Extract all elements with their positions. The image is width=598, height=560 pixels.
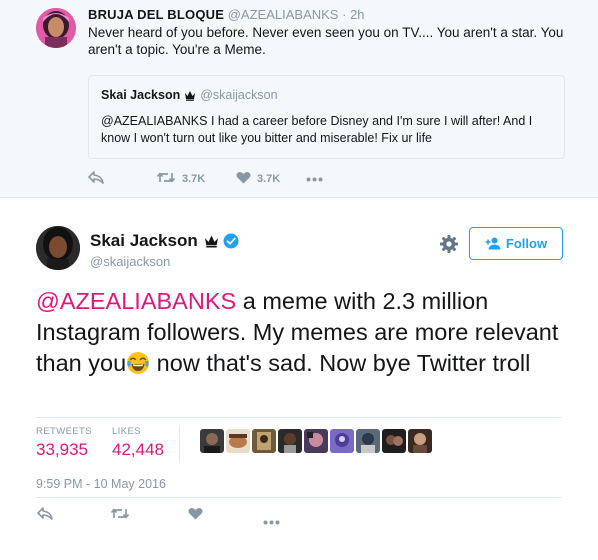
likes-label: LIKES [112, 426, 141, 437]
liker-avatar[interactable] [330, 429, 354, 453]
stats-separator [179, 426, 180, 462]
retweets-stat[interactable]: RETWEETS 33,935 [36, 426, 92, 460]
quoted-tweet-header: Skai Jackson @skaijackson [101, 88, 278, 102]
likes-stat[interactable]: LIKES 42,448 [112, 426, 164, 460]
liker-avatar[interactable] [356, 429, 380, 453]
avatar-azealiabanks[interactable] [36, 8, 76, 48]
crown-icon [204, 234, 219, 248]
reply-icon [88, 171, 104, 187]
tweet-text-part-2: now that's sad. Now bye Twitter troll [150, 350, 531, 376]
liker-avatars [200, 429, 434, 453]
quoted-author-handle: @skaijackson [200, 88, 278, 102]
main-author-handle[interactable]: @skaijackson [90, 254, 170, 269]
reply-tweet-text: Never heard of you before. Never even se… [88, 25, 564, 57]
reply-icon [37, 507, 53, 524]
quoted-tweet-text: @AZEALIABANKS I had a career before Disn… [101, 114, 533, 145]
reply-tweet: BRUJA DEL BLOQUE @AZEALIABANKS · 2h Neve… [0, 0, 598, 198]
gear-icon [439, 235, 459, 258]
tweet-timestamp[interactable]: 9:59 PM - 10 May 2016 [36, 477, 166, 491]
crown-icon [184, 90, 196, 101]
liker-avatar[interactable] [278, 429, 302, 453]
retweet-icon [156, 171, 176, 187]
retweet-button[interactable] [110, 507, 130, 525]
liker-avatar[interactable] [304, 429, 328, 453]
reply-button[interactable] [37, 507, 53, 525]
quoted-tweet-card[interactable]: Skai Jackson @skaijackson @AZEALIABANKS … [88, 75, 565, 159]
liker-avatar[interactable] [408, 429, 432, 453]
main-author-row: Skai Jackson [90, 231, 239, 251]
main-tweet-text: @AZEALIABANKS a meme with 2.3 million In… [36, 286, 576, 379]
heart-icon [188, 507, 203, 524]
likes-value: 42,448 [112, 440, 164, 459]
more-icon [263, 512, 280, 529]
avatar-skaijackson[interactable] [36, 226, 80, 270]
like-button[interactable]: 3.7K [236, 171, 306, 187]
follow-button[interactable]: Follow [469, 227, 563, 260]
heart-icon [236, 171, 251, 187]
verified-badge-icon [223, 233, 239, 249]
main-author-name[interactable]: Skai Jackson [90, 231, 198, 251]
add-user-icon [485, 237, 506, 250]
like-count: 3.7K [257, 173, 281, 185]
time-separator: · [342, 7, 347, 22]
liker-avatar[interactable] [382, 429, 406, 453]
more-button[interactable] [263, 512, 280, 530]
actions-divider [36, 497, 562, 498]
retweet-count: 3.7K [182, 173, 206, 185]
reply-tweet-actions: 3.7K 3.7K [88, 170, 323, 188]
more-icon [306, 173, 323, 185]
reply-tweet-header: BRUJA DEL BLOQUE @AZEALIABANKS · 2h [88, 7, 365, 22]
liker-avatar[interactable] [252, 429, 276, 453]
reply-button[interactable] [88, 171, 156, 187]
retweet-button[interactable]: 3.7K [156, 171, 236, 187]
mention-link[interactable]: @AZEALIABANKS [36, 288, 236, 314]
retweets-label: RETWEETS [36, 426, 92, 437]
more-button[interactable] [306, 173, 323, 185]
face-with-tears-of-joy-icon [126, 351, 150, 375]
follow-label: Follow [505, 236, 548, 251]
quoted-author-name: Skai Jackson [101, 88, 181, 102]
liker-avatar[interactable] [200, 429, 224, 453]
stats-divider-top [36, 417, 562, 418]
tweet-time[interactable]: 2h [350, 7, 364, 22]
author-handle[interactable]: @AZEALIABANKS [228, 7, 339, 22]
settings-button[interactable] [439, 234, 459, 254]
like-button[interactable] [188, 507, 203, 525]
retweet-icon [110, 507, 130, 524]
liker-avatar[interactable] [226, 429, 250, 453]
retweets-value: 33,935 [36, 440, 88, 459]
author-name[interactable]: BRUJA DEL BLOQUE [88, 7, 224, 22]
